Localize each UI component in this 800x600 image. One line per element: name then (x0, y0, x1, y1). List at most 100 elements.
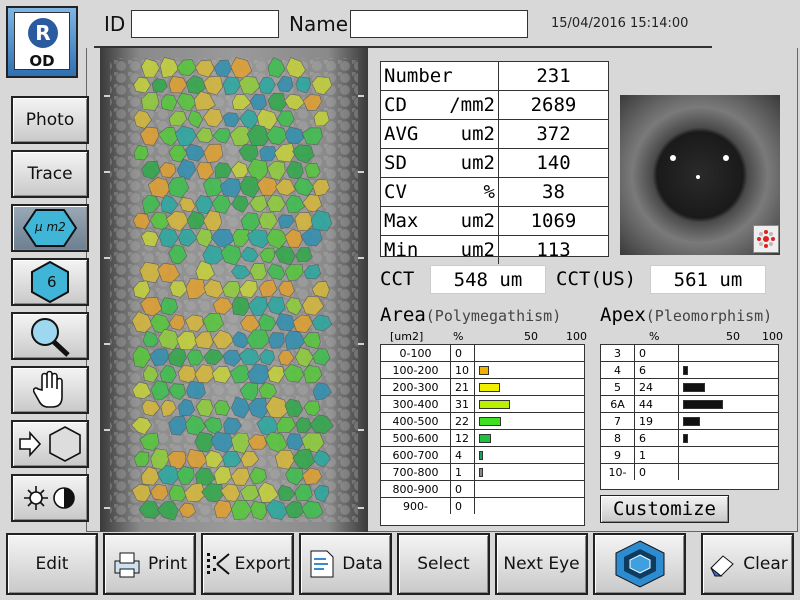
select-button[interactable]: Select (397, 533, 490, 595)
cct-label: CCT (380, 268, 415, 290)
hist-bin-percent: 21 (451, 379, 475, 395)
area-hist-title: Area(Polymegathism) (380, 304, 561, 326)
pan-button[interactable] (11, 366, 89, 414)
cell-select-button[interactable] (11, 420, 89, 468)
apex-hist-row: 46 (601, 362, 778, 379)
apex-tick-100: 100 (762, 330, 783, 343)
stat-unit: um2 (460, 123, 495, 145)
hist-bar (479, 451, 483, 460)
area-hist-row: 800-900 0 (381, 481, 584, 498)
hist-bin-percent: 4 (451, 447, 475, 463)
stat-row-cv: CV% 38 (381, 178, 608, 207)
apex-mode-button[interactable]: 6 (11, 258, 89, 306)
apex-hist-row: 86 (601, 430, 778, 447)
stat-label: Number (384, 65, 453, 87)
hist-bin-label: 7 (601, 413, 635, 429)
hist-bin-label: 8 (601, 430, 635, 446)
specular-image[interactable] (100, 48, 368, 532)
id-field[interactable] (131, 10, 279, 38)
select-label: Select (417, 554, 470, 574)
apex-hist-row: 91 (601, 447, 778, 464)
analysis-button[interactable] (593, 533, 686, 595)
hist-bar (479, 434, 491, 443)
area-mode-button[interactable]: μ m2 (11, 204, 89, 252)
zoom-button[interactable] (11, 312, 89, 360)
apex-tick-50: 50 (726, 330, 740, 343)
hist-bin-label: 10- (601, 464, 635, 480)
fixation-target-icon[interactable] (753, 225, 779, 253)
area-pct-label: % (453, 330, 464, 343)
hist-bin-percent: 0 (451, 345, 475, 361)
apex-histogram: 3 0 4 6 5 24 6A 44 7 19 8 6 9 1 10- 0 (600, 344, 779, 490)
hist-bin-percent: 24 (635, 379, 679, 395)
hist-bar (479, 468, 483, 477)
hist-bar (479, 383, 500, 392)
hist-bin-percent: 44 (635, 396, 679, 412)
area-hist-row: 700-800 1 (381, 464, 584, 481)
cct-us-value: 561 um (650, 265, 766, 294)
hist-bin-percent: 0 (451, 498, 475, 514)
export-button[interactable]: Export (201, 533, 294, 595)
trace-button[interactable]: Trace (11, 150, 89, 198)
stat-label: Max (384, 210, 419, 232)
print-button[interactable]: Print (103, 533, 196, 595)
cct-value: 548 um (430, 265, 546, 294)
cct-us-label: CCT(US) (556, 268, 637, 290)
next-eye-button[interactable]: Next Eye (495, 533, 588, 595)
apex-hist-row: 6A 44 (601, 396, 778, 413)
hist-bar (479, 366, 489, 375)
eye-badge[interactable]: R OD (6, 6, 78, 78)
hist-bin-label: 100-200 (381, 362, 451, 378)
hist-bin-percent: 19 (635, 413, 679, 429)
data-button[interactable]: Data (299, 533, 392, 595)
hist-bin-label: 700-800 (381, 464, 451, 480)
stat-row-max: Max um2 1069 (381, 207, 608, 236)
hist-bar (479, 417, 501, 426)
stat-value: 113 (536, 239, 571, 261)
eraser-icon (710, 555, 735, 577)
customize-label: Customize (613, 498, 716, 520)
eye-photo[interactable] (620, 95, 780, 255)
photo-label: Photo (25, 110, 75, 130)
data-label: Data (342, 554, 383, 574)
hist-bin-label: 900- (381, 498, 451, 514)
hist-bin-percent: 0 (451, 481, 475, 497)
area-hist-row: 400-500 22 (381, 413, 584, 430)
stat-unit: um2 (460, 152, 495, 174)
hist-bin-label: 500-600 (381, 430, 451, 446)
printer-icon (114, 552, 140, 578)
eye-label: OD (29, 52, 55, 70)
apex-hist-row: 30 (601, 345, 778, 362)
id-label: ID (104, 12, 126, 36)
hist-bin-label: 5 (601, 379, 635, 395)
name-label: Name (289, 12, 349, 36)
area-hist-row: 300-400 31 (381, 396, 584, 413)
hist-bin-label: 9 (601, 447, 635, 463)
hist-bin-label: 600-700 (381, 447, 451, 463)
hist-bin-label: 800-900 (381, 481, 451, 497)
brightness-contrast-button[interactable] (11, 474, 89, 522)
hist-bin-percent: 31 (451, 396, 475, 412)
stat-value: 372 (536, 123, 571, 145)
stat-value: 140 (536, 152, 571, 174)
edit-button[interactable]: Edit (6, 533, 98, 595)
magnifier-icon (31, 318, 70, 357)
hist-bar (683, 400, 723, 409)
name-field[interactable] (350, 10, 528, 38)
stat-label: CD (384, 94, 407, 116)
cell-hexagon-icon (615, 540, 664, 588)
customize-button[interactable]: Customize (600, 495, 729, 523)
hist-bin-percent: 6 (635, 430, 679, 446)
area-hist-row: 200-300 21 (381, 379, 584, 396)
stat-row-number: Number 231 (381, 62, 608, 91)
hand-icon (33, 370, 63, 408)
photo-button[interactable]: Photo (11, 96, 89, 144)
print-label: Print (147, 554, 188, 574)
hist-bin-label: 300-400 (381, 396, 451, 412)
export-icon (206, 553, 230, 575)
clear-button[interactable]: Clear (701, 533, 794, 595)
apex-title: Apex (600, 304, 646, 326)
apex-mode-label: 6 (47, 273, 57, 291)
stat-row-sd: SD um2 140 (381, 149, 608, 178)
apex-pct-label: % (649, 330, 660, 343)
